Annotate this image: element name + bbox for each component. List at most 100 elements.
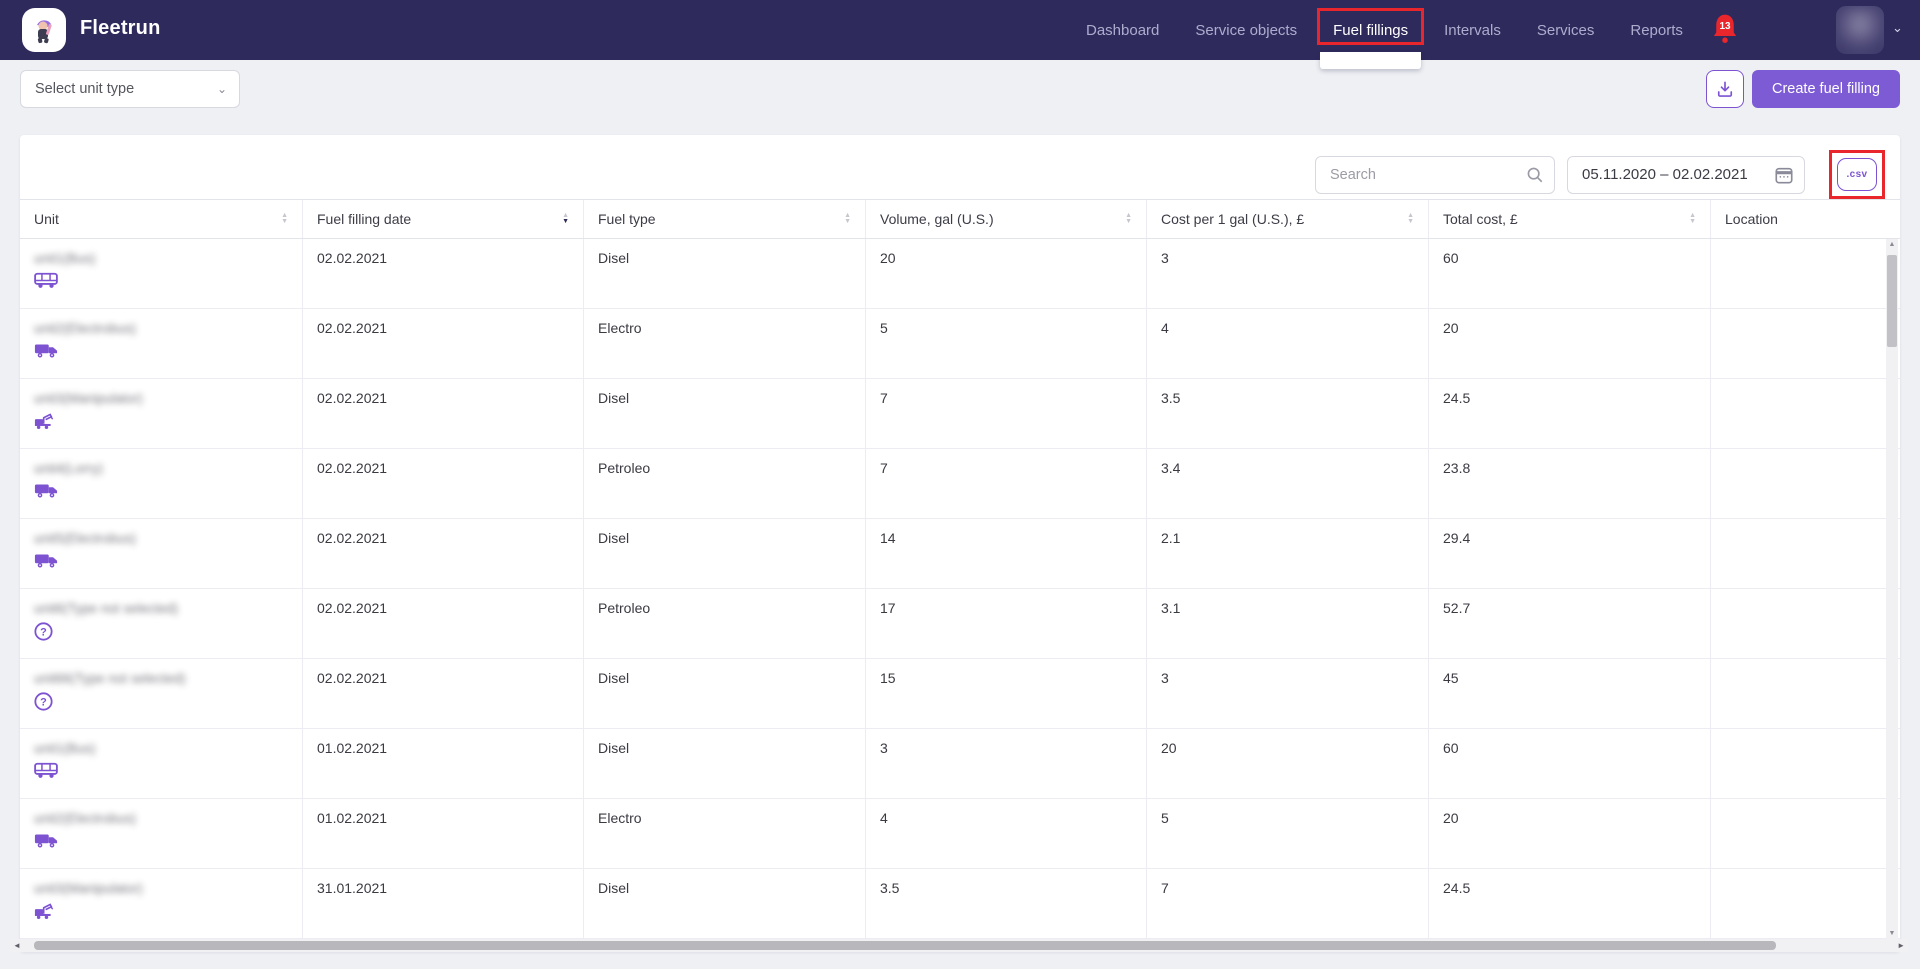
search-input[interactable] [1330, 167, 1526, 183]
truck-icon [34, 832, 292, 850]
table-row[interactable]: unit6(Type not selected)?02.02.2021Petro… [20, 589, 1900, 659]
export-csv-button[interactable]: .csv [1837, 158, 1877, 191]
vertical-scrollbar-thumb[interactable] [1887, 255, 1897, 347]
question-icon: ? [34, 622, 292, 640]
fuel-fillings-card: 05.11.2020 – 02.02.2021 .csv Unit▲▼Fuel … [20, 135, 1900, 952]
unit-cell: unit4(Lorry) [20, 449, 303, 518]
svg-text:?: ? [40, 626, 47, 638]
column-header-fuel-filling-date[interactable]: Fuel filling date ▲▼ [303, 200, 584, 238]
unit-cell: unit1(Bus) [20, 729, 303, 798]
table-row[interactable]: unit3(Manipulator)31.01.2021Disel3.5724.… [20, 869, 1900, 939]
nav-item-intervals[interactable]: Intervals [1444, 0, 1501, 60]
location-cell [1711, 869, 1900, 938]
sort-icon[interactable]: ▲▼ [281, 213, 288, 225]
fuel-filling-date-cell: 02.02.2021 [303, 659, 584, 728]
column-label: Fuel type [598, 211, 656, 227]
table-row[interactable]: unit5(Electrobus)02.02.2021Disel142.129.… [20, 519, 1900, 589]
create-fuel-filling-button[interactable]: Create fuel filling [1752, 70, 1900, 108]
fuel-type-cell: Electro [584, 799, 866, 868]
download-button[interactable] [1706, 70, 1744, 108]
annotation-box-fuel-fillings [1317, 8, 1424, 45]
column-header-total-cost[interactable]: Total cost, £▲▼ [1429, 200, 1711, 238]
unit-name-blurred: unit2(Electrobus) [34, 811, 136, 826]
unit-name-blurred: unit4(Lorry) [34, 461, 103, 476]
sort-icon[interactable]: ▲▼ [1125, 213, 1132, 225]
fuel-type-cell: Disel [584, 239, 866, 308]
fleetrun-logo-icon[interactable] [22, 8, 66, 52]
truck-icon [34, 552, 292, 570]
unit-name-blurred: unit2(Electrobus) [34, 321, 136, 336]
table-row[interactable]: unit3(Manipulator)02.02.2021Disel73.524.… [20, 379, 1900, 449]
location-cell [1711, 799, 1900, 868]
column-header-volume-gal-u-s[interactable]: Volume, gal (U.S.)▲▼ [866, 200, 1147, 238]
cost-per-gal-cell: 3.5 [1147, 379, 1429, 448]
unit-name-blurred: unit1(Bus) [34, 741, 96, 756]
cost-per-gal-cell: 20 [1147, 729, 1429, 798]
active-tab-indicator [1320, 52, 1421, 69]
brand-title: Fleetrun [80, 17, 161, 40]
fuel-filling-date-cell: 31.01.2021 [303, 869, 584, 938]
total-cost-cell: 24.5 [1429, 379, 1711, 448]
truck-icon [34, 342, 292, 360]
scroll-right-arrow[interactable]: ► [1897, 939, 1905, 952]
table-row[interactable]: unit1(Bus)01.02.2021Disel32060 [20, 729, 1900, 799]
nav-item-reports[interactable]: Reports [1630, 0, 1683, 60]
location-cell [1711, 519, 1900, 588]
unit-cell: unit2(Electrobus) [20, 799, 303, 868]
nav-item-services[interactable]: Services [1537, 0, 1595, 60]
volume-cell: 15 [866, 659, 1147, 728]
unit-name-blurred: unit66(Type not selected) [34, 671, 186, 686]
table-row[interactable]: unit2(Electrobus)01.02.2021Electro4520 [20, 799, 1900, 869]
notification-badge: 13 [1712, 21, 1738, 32]
nav-item-dashboard[interactable]: Dashboard [1086, 0, 1159, 60]
user-avatar[interactable] [1836, 6, 1884, 54]
scroll-up-arrow[interactable]: ▲ [1886, 241, 1898, 248]
column-label: Fuel filling date [317, 211, 411, 227]
cost-per-gal-cell: 3.1 [1147, 589, 1429, 658]
column-header-fuel-type[interactable]: Fuel type ▲▼ [584, 200, 866, 238]
volume-cell: 20 [866, 239, 1147, 308]
search-icon [1526, 166, 1544, 184]
fuel-type-cell: Disel [584, 729, 866, 798]
location-cell [1711, 659, 1900, 728]
sort-icon[interactable]: ▲▼ [1407, 213, 1414, 225]
nav-item-service-objects[interactable]: Service objects [1195, 0, 1297, 60]
nav-item-fuel-fillings[interactable]: Fuel fillings [1333, 0, 1408, 60]
fuel-type-cell: Petroleo [584, 589, 866, 658]
volume-cell: 7 [866, 449, 1147, 518]
cost-per-gal-cell: 3.4 [1147, 449, 1429, 518]
mascot-icon [29, 15, 59, 45]
bell-notification-icon[interactable]: 13 [1712, 13, 1740, 47]
horizontal-scrollbar-thumb[interactable] [34, 941, 1776, 950]
sort-icon[interactable]: ▲▼ [562, 213, 569, 225]
user-menu-chevron-down-icon[interactable]: ⌄ [1892, 20, 1903, 36]
cost-per-gal-cell: 4 [1147, 309, 1429, 378]
fuel-type-cell: Petroleo [584, 449, 866, 518]
chevron-down-icon: ⌄ [217, 82, 227, 96]
sort-icon[interactable]: ▲▼ [844, 213, 851, 225]
table-row[interactable]: unit66(Type not selected)?02.02.2021Dise… [20, 659, 1900, 729]
fuel-type-cell: Disel [584, 659, 866, 728]
scroll-left-arrow[interactable]: ◄ [13, 939, 21, 952]
volume-cell: 5 [866, 309, 1147, 378]
calendar-icon [1774, 165, 1794, 185]
volume-cell: 17 [866, 589, 1147, 658]
table-row[interactable]: unit1(Bus)02.02.2021Disel20360 [20, 239, 1900, 309]
table-row[interactable]: unit4(Lorry)02.02.2021Petroleo73.423.8 [20, 449, 1900, 519]
total-cost-cell: 23.8 [1429, 449, 1711, 518]
vertical-scrollbar[interactable]: ▲ ▼ [1886, 239, 1898, 939]
filters-row: 05.11.2020 – 02.02.2021 .csv [1315, 150, 1885, 199]
table-row[interactable]: unit2(Electrobus)02.02.2021Electro5420 [20, 309, 1900, 379]
scroll-down-arrow[interactable]: ▼ [1886, 930, 1898, 937]
column-header-unit[interactable]: Unit▲▼ [20, 200, 303, 238]
cost-per-gal-cell: 5 [1147, 799, 1429, 868]
unit-cell: unit3(Manipulator) [20, 379, 303, 448]
navbar: Fleetrun Dashboard Service objects Fuel fi… [0, 0, 1920, 60]
column-header-location[interactable]: Location [1711, 200, 1900, 238]
location-cell [1711, 379, 1900, 448]
date-range-input[interactable]: 05.11.2020 – 02.02.2021 [1567, 156, 1805, 194]
unit-type-select[interactable]: Select unit type ⌄ [20, 70, 240, 108]
sort-icon[interactable]: ▲▼ [1689, 213, 1696, 225]
column-header-cost-per-1-gal-u-s[interactable]: Cost per 1 gal (U.S.), £▲▼ [1147, 200, 1429, 238]
horizontal-scrollbar[interactable]: ◄ ► [10, 939, 1908, 952]
